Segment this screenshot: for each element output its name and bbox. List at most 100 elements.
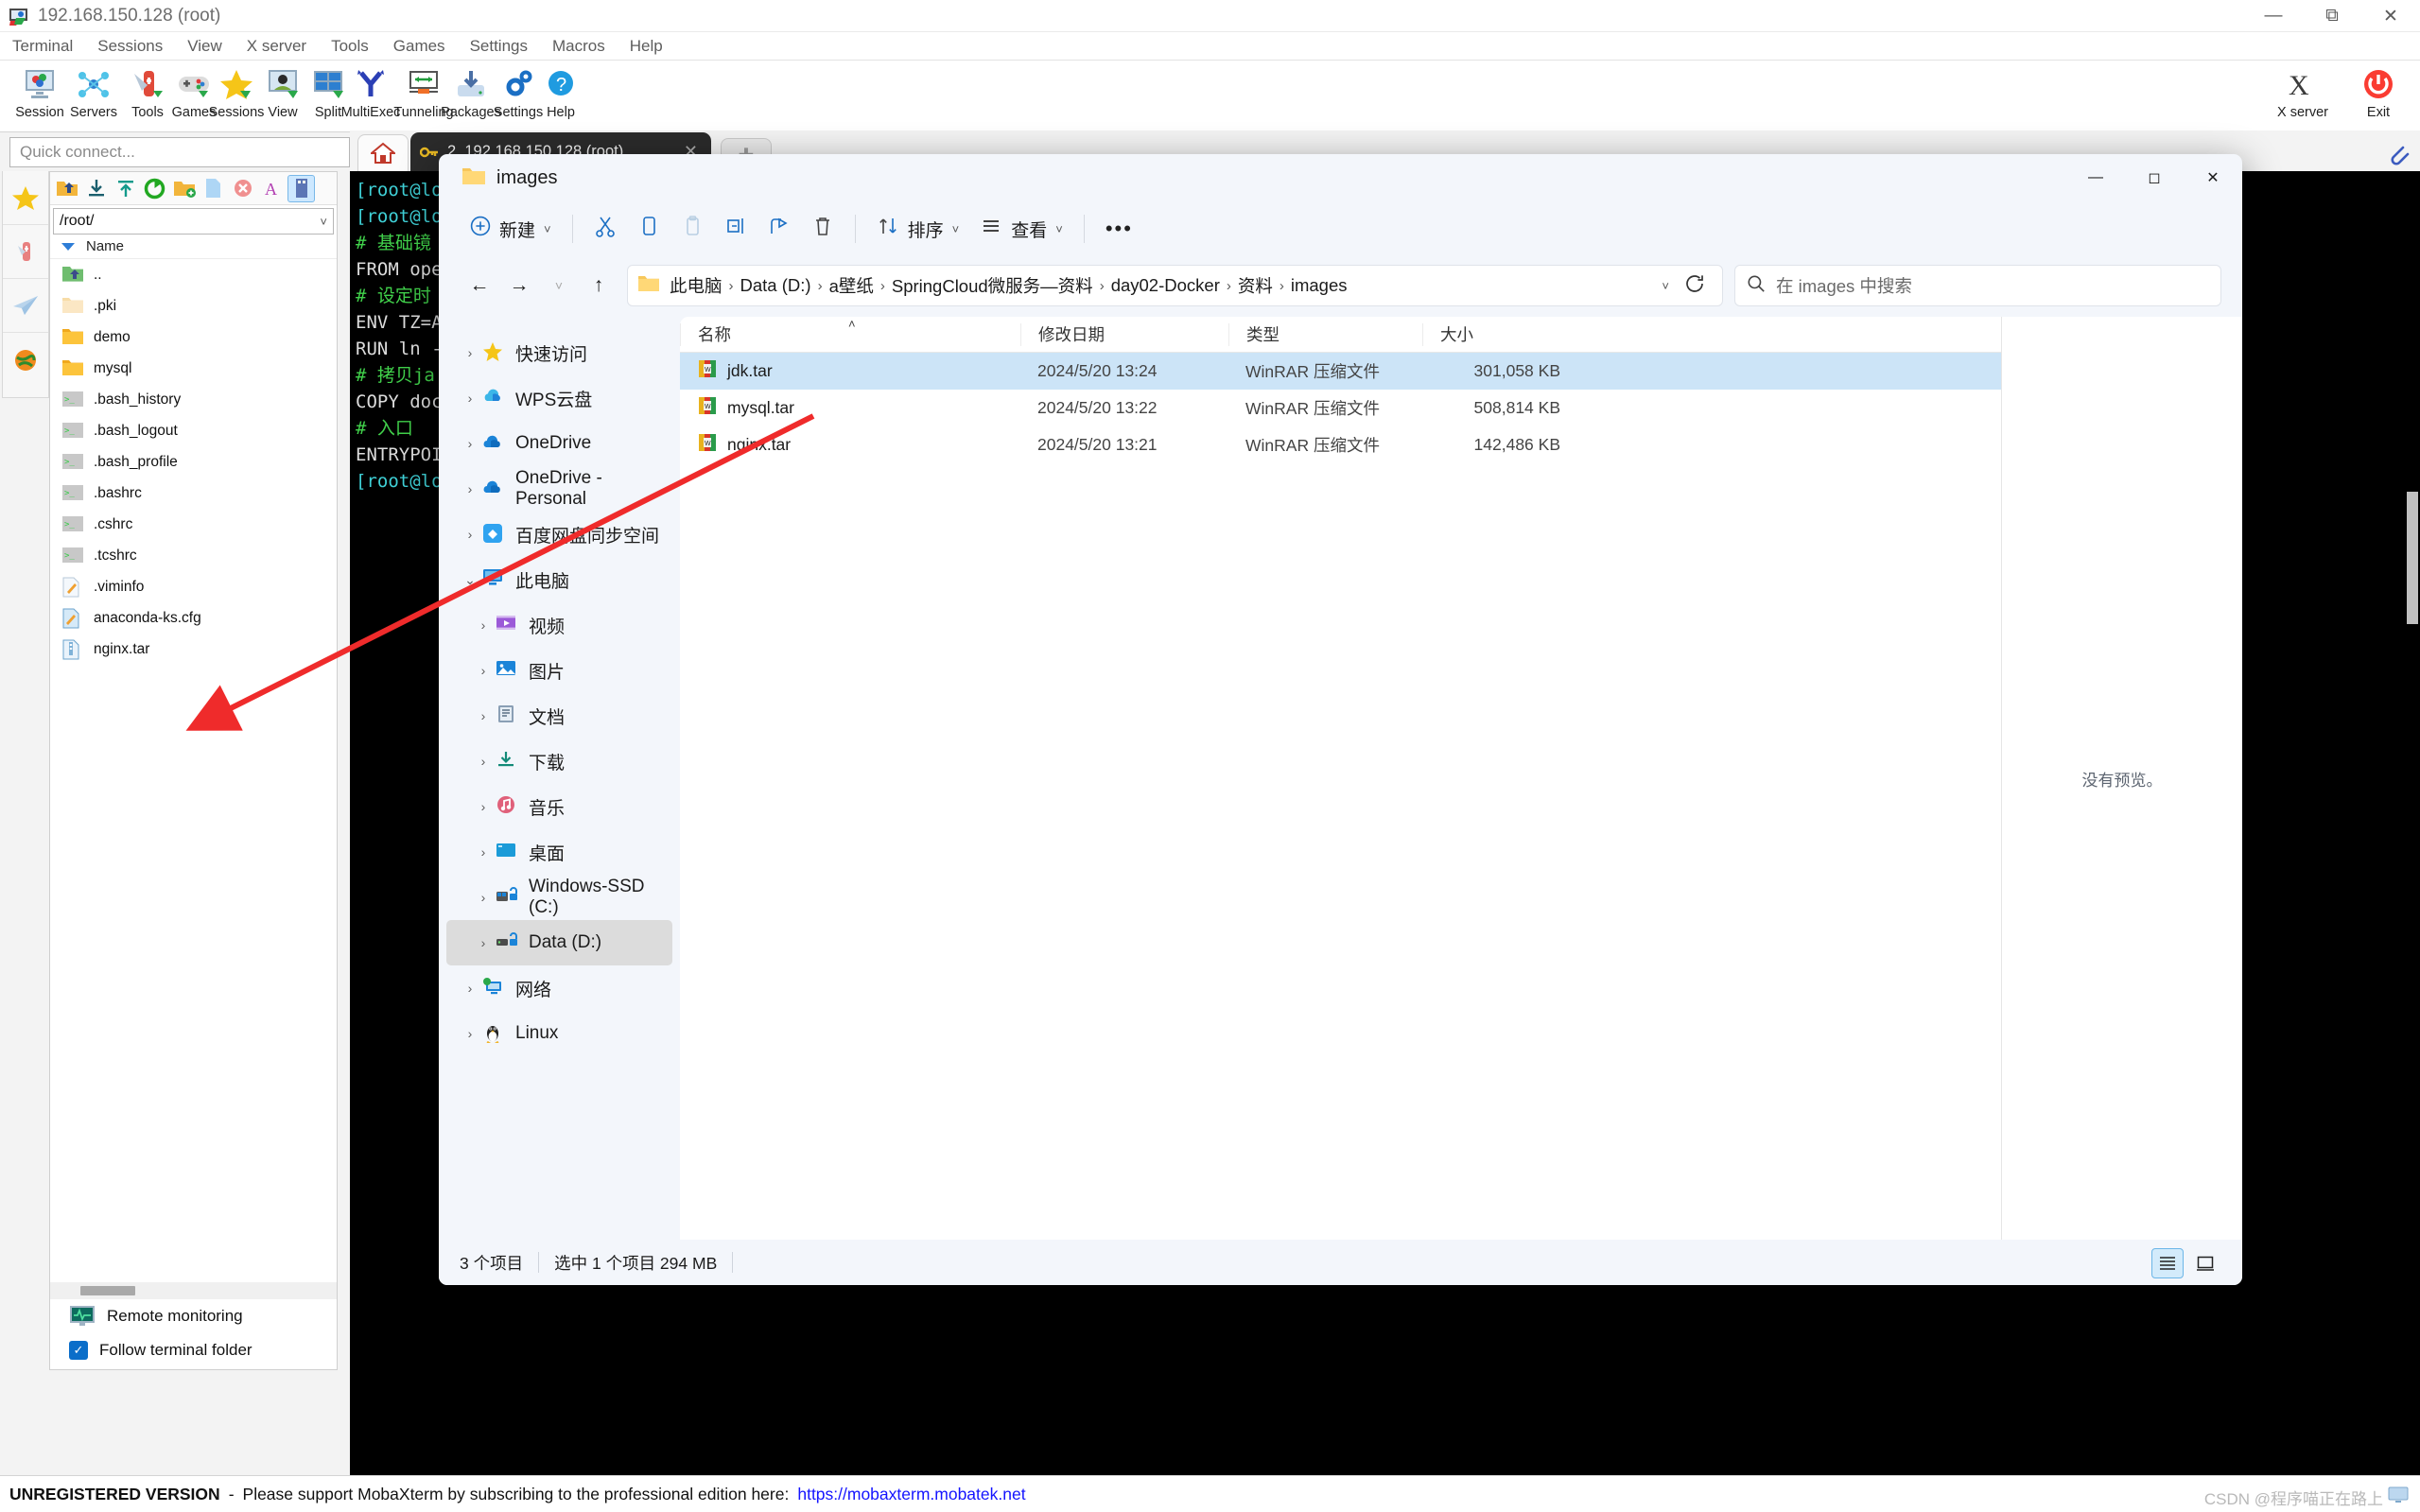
sftp-delete-icon[interactable] — [229, 175, 256, 202]
home-tab[interactable] — [357, 134, 409, 171]
column-header-modified[interactable]: 修改日期 — [1020, 322, 1228, 346]
menu-item-games[interactable]: Games — [381, 32, 458, 61]
column-header-type[interactable]: 类型 — [1228, 322, 1422, 346]
nav-item-item[interactable]: › 快速访问 — [446, 330, 672, 375]
minimize-button[interactable]: — — [2244, 0, 2303, 32]
terminal-scrollbar[interactable] — [2407, 492, 2418, 624]
expand-chevron-icon[interactable]: › — [471, 663, 496, 678]
chevron-down-icon[interactable]: ˅ — [544, 222, 551, 236]
nav-item-onedrive[interactable]: › OneDrive — [446, 421, 672, 466]
menu-item-x-server[interactable]: X server — [235, 32, 319, 61]
sftp-list-item[interactable]: anaconda-ks.cfg — [50, 602, 337, 634]
follow-terminal-folder-checkbox[interactable]: ✓ — [69, 1341, 88, 1360]
menu-item-tools[interactable]: Tools — [319, 32, 381, 61]
sftp-download-icon[interactable] — [82, 175, 110, 202]
nav-item-item[interactable]: › 下载 — [446, 739, 672, 784]
expand-chevron-icon[interactable]: › — [471, 935, 496, 950]
mobaxterm-link[interactable]: https://mobaxterm.mobatek.net — [797, 1485, 1025, 1504]
chevron-down-icon[interactable]: ˅ — [320, 215, 327, 229]
sftp-details-icon[interactable] — [287, 174, 315, 202]
breadcrumb-item[interactable]: 资料 — [1232, 270, 1279, 301]
expand-chevron-icon[interactable]: › — [471, 708, 496, 723]
remote-monitoring-row[interactable]: Remote monitoring — [50, 1299, 337, 1333]
share-button[interactable] — [757, 208, 801, 250]
sftp-upload-icon[interactable] — [112, 175, 139, 202]
help-toolbar-button[interactable]: ? Help — [523, 64, 599, 130]
sftp-list-item[interactable]: >_ .bash_logout — [50, 415, 337, 446]
nav-item-item[interactable]: › 桌面 — [446, 829, 672, 875]
expand-chevron-icon[interactable]: › — [471, 844, 496, 860]
file-row[interactable]: Wjdk.tar 2024/5/20 13:24 WinRAR 压缩文件 301,05… — [680, 353, 2001, 390]
expand-chevron-icon[interactable]: ⌄ — [458, 572, 482, 588]
sftp-column-header[interactable]: Name — [50, 235, 337, 259]
menu-item-settings[interactable]: Settings — [458, 32, 540, 61]
file-row[interactable]: Wmysql.tar 2024/5/20 13:22 WinRAR 压缩文件 508,… — [680, 390, 2001, 426]
column-header-size[interactable]: 大小 — [1422, 322, 1574, 346]
sftp-new-folder-icon[interactable] — [170, 175, 198, 202]
refresh-icon[interactable] — [1680, 273, 1713, 299]
sftp-list-item[interactable]: mysql — [50, 353, 337, 384]
breadcrumb-chevron-down-icon[interactable]: ˅ — [1650, 279, 1680, 293]
expand-chevron-icon[interactable]: › — [458, 481, 482, 496]
sftp-list-item[interactable]: >_ .bashrc — [50, 478, 337, 509]
scrollbar-thumb[interactable] — [80, 1286, 135, 1295]
expand-chevron-icon[interactable]: › — [471, 754, 496, 769]
delete-button[interactable] — [801, 208, 844, 250]
rail-tools-knife-icon[interactable] — [3, 225, 48, 279]
up-button[interactable]: ↑ — [579, 266, 618, 305]
breadcrumb-item[interactable]: images — [1285, 272, 1353, 299]
nav-item-item[interactable]: › 文档 — [446, 693, 672, 739]
breadcrumb-item[interactable]: 此电脑 — [664, 270, 728, 301]
sort-button[interactable]: 排序 ˅ — [866, 208, 970, 250]
sftp-list-item[interactable]: demo — [50, 322, 337, 353]
menu-item-sessions[interactable]: Sessions — [85, 32, 175, 61]
nav-item-item[interactable]: › 视频 — [446, 602, 672, 648]
nav-item-item[interactable]: › 图片 — [446, 648, 672, 693]
sftp-list-item[interactable]: >_ .cshrc — [50, 509, 337, 540]
nav-item-datad[interactable]: › Data (D:) — [446, 920, 672, 965]
menu-item-terminal[interactable]: Terminal — [0, 32, 85, 61]
breadcrumb-item[interactable]: Data (D:) — [735, 272, 817, 299]
expand-chevron-icon[interactable]: › — [458, 1026, 482, 1041]
breadcrumb-item[interactable]: day02-Docker — [1106, 272, 1226, 299]
restore-button[interactable]: ⧉ — [2303, 0, 2361, 32]
xserver-button[interactable]: X X server — [2265, 64, 2341, 130]
attachment-clip-icon[interactable] — [2386, 142, 2411, 166]
cut-button[interactable] — [583, 208, 627, 250]
rail-globe-icon[interactable] — [3, 333, 48, 387]
explorer-close-button[interactable]: ✕ — [2184, 154, 2242, 201]
preview-pane-button[interactable] — [2189, 1248, 2221, 1278]
nav-item-windowsssdc[interactable]: › Windows-SSD (C:) — [446, 875, 672, 920]
nav-item-linux[interactable]: › Linux — [446, 1011, 672, 1056]
nav-item-item[interactable]: › 网络 — [446, 965, 672, 1011]
forward-button[interactable]: → — [499, 266, 539, 305]
sftp-horizontal-scrollbar[interactable] — [50, 1282, 337, 1299]
sftp-list-item[interactable]: nginx.tar — [50, 634, 337, 665]
expand-chevron-icon[interactable]: › — [471, 617, 496, 633]
nav-item-item[interactable]: › 音乐 — [446, 784, 672, 829]
chevron-down-icon[interactable]: ˅ — [952, 222, 960, 236]
rail-favorites-star-icon[interactable] — [3, 171, 48, 225]
close-button[interactable]: ✕ — [2361, 0, 2420, 32]
view-button[interactable]: 查看 ˅ — [969, 208, 1073, 250]
file-row[interactable]: Wnginx.tar 2024/5/20 13:21 WinRAR 压缩文件 142,… — [680, 426, 2001, 463]
sftp-font-icon[interactable]: A — [258, 175, 286, 202]
rail-send-plane-icon[interactable] — [3, 279, 48, 333]
nav-item-onedrivepersonal[interactable]: › OneDrive - Personal — [446, 466, 672, 512]
sftp-new-file-icon[interactable] — [200, 175, 227, 202]
new-button[interactable]: 新建 ˅ — [460, 208, 562, 250]
sftp-list-item[interactable]: >_ .tcshrc — [50, 540, 337, 571]
expand-chevron-icon[interactable]: › — [471, 799, 496, 814]
rename-button[interactable] — [714, 208, 757, 250]
nav-item-wps[interactable]: › WPS云盘 — [446, 375, 672, 421]
quick-connect-input[interactable]: Quick connect... — [9, 137, 350, 167]
recent-locations-button[interactable]: ˅ — [539, 266, 579, 305]
copy-button[interactable] — [627, 208, 670, 250]
sftp-path-input[interactable]: /root/ ˅ — [53, 208, 334, 235]
breadcrumb[interactable]: 此电脑 › Data (D:) › a壁纸 › SpringCloud微服务—资料 › day0… — [627, 265, 1723, 306]
expand-chevron-icon[interactable]: › — [458, 981, 482, 996]
expand-chevron-icon[interactable]: › — [458, 391, 482, 406]
expand-chevron-icon[interactable]: › — [458, 436, 482, 451]
breadcrumb-item[interactable]: SpringCloud微服务—资料 — [886, 270, 1099, 301]
sftp-list-item[interactable]: >_ .bash_profile — [50, 446, 337, 478]
